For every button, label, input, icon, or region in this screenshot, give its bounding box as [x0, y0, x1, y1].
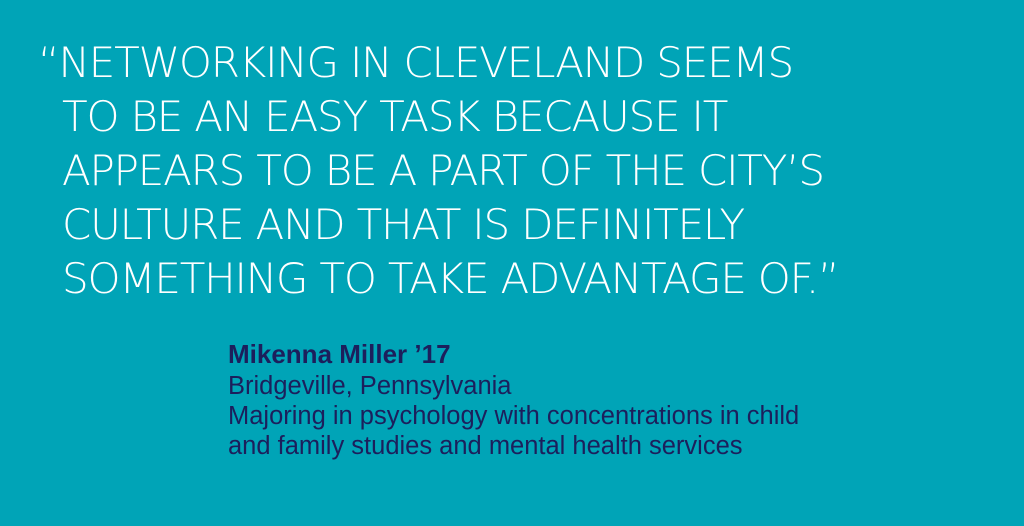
student-name: Mikenna Miller ’17 — [228, 339, 451, 369]
quote-block: “NETWORKING IN CLEVELAND SEEMS TO BE AN … — [38, 36, 1018, 306]
quote-line: CULTURE AND THAT IS DEFINITELY — [62, 200, 745, 249]
attribution-block: Mikenna Miller ’17 Bridgeville, Pennsylv… — [228, 337, 1018, 461]
student-hometown: Bridgeville, Pennsylvania — [228, 372, 512, 400]
quote-line: APPEARS TO BE A PART OF THE CITY’S — [62, 146, 825, 195]
quote-line: SOMETHING TO TAKE ADVANTAGE OF.” — [62, 254, 840, 303]
student-major-line: Majoring in psychology with concentratio… — [228, 402, 800, 430]
quote-line: TO BE AN EASY TASK BECAUSE IT — [62, 92, 728, 141]
student-major-line: and family studies and mental health ser… — [228, 432, 743, 460]
quote-line: “NETWORKING IN CLEVELAND SEEMS — [38, 38, 794, 87]
